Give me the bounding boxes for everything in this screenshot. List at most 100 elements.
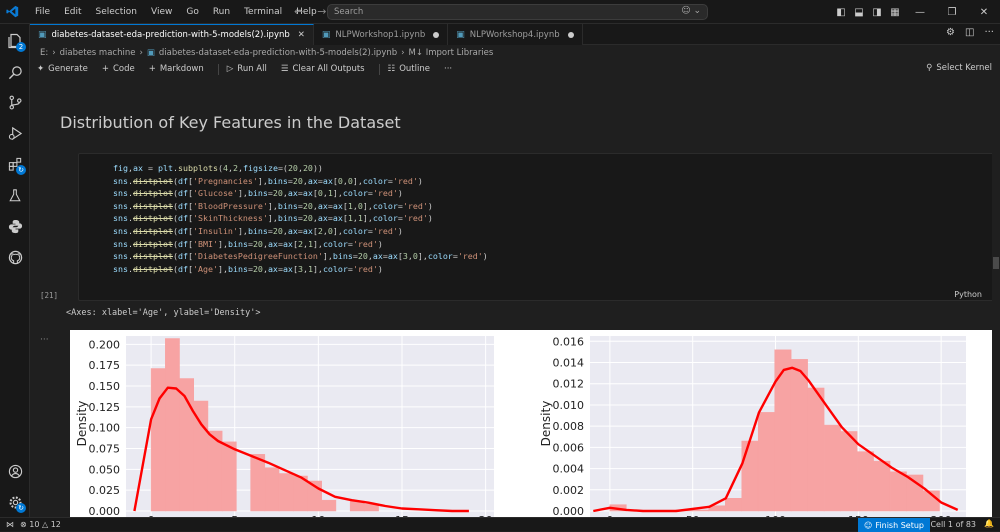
tab-nlpworkshop4[interactable]: ▣ NLPWorkshop4.ipynb xyxy=(448,24,583,45)
menu-go[interactable]: Go xyxy=(179,7,205,17)
close-window-icon[interactable]: ✕ xyxy=(968,7,1000,18)
menu-run[interactable]: Run xyxy=(206,7,237,17)
customize-layout-icon[interactable]: ▦ xyxy=(886,7,904,18)
breadcrumb-section[interactable]: M↓ Import Libraries xyxy=(409,48,494,58)
outline-button[interactable]: ☷ Outline xyxy=(388,64,430,74)
notebook-file-icon: ▣ xyxy=(321,29,331,40)
select-kernel-label: Select Kernel xyxy=(936,63,992,73)
outline-list-icon: ☷ xyxy=(387,64,396,74)
markdown-heading[interactable]: Distribution of Key Features in the Data… xyxy=(60,113,401,132)
histogram-bar xyxy=(741,440,759,512)
error-count: 10 xyxy=(29,520,40,529)
problems-indicator[interactable]: ⊗ 10 △ 12 xyxy=(20,520,61,529)
histogram-bar xyxy=(906,474,924,512)
warning-count: 12 xyxy=(50,520,61,529)
markdown-label: Markdown xyxy=(159,64,204,74)
histogram-bar xyxy=(321,499,337,512)
plus-icon: + xyxy=(148,64,156,74)
run-all-label: Run All xyxy=(237,64,267,74)
add-code-button[interactable]: + Code xyxy=(102,64,135,74)
clear-outputs-button[interactable]: ☰ Clear All Outputs xyxy=(281,64,365,74)
restore-icon[interactable]: ❐ xyxy=(936,7,968,18)
menu-selection[interactable]: Selection xyxy=(89,7,144,17)
copilot-icon[interactable]: ☺ ⌄ xyxy=(681,6,701,16)
finish-setup-button[interactable]: ☺ Finish Setup xyxy=(858,518,930,532)
select-kernel-button[interactable]: ⚲ Select Kernel xyxy=(926,63,992,73)
python-icon[interactable] xyxy=(0,211,30,241)
tab-diabetes-notebook[interactable]: ▣ diabetes-dataset-eda-prediction-with-5… xyxy=(30,24,314,45)
toggle-sidebar-icon[interactable]: ◧ xyxy=(832,7,850,18)
histogram-bar xyxy=(774,349,792,512)
cell-language-button[interactable]: Python xyxy=(954,290,982,299)
breadcrumb-file[interactable]: diabetes-dataset-eda-prediction-with-5-m… xyxy=(159,48,397,58)
minimize-icon[interactable]: — xyxy=(904,7,936,18)
generate-label: Generate xyxy=(48,64,88,74)
explorer-icon[interactable]: 2 xyxy=(0,26,30,56)
command-center-search[interactable]: Search ☺ ⌄ xyxy=(327,4,708,20)
breadcrumb: E: › diabetes machine › ▣ diabetes-datas… xyxy=(30,45,1000,60)
y-tick-label: 0.016 xyxy=(553,335,585,348)
extensions-icon[interactable]: ↻ xyxy=(0,149,30,179)
back-arrow-icon[interactable]: ← xyxy=(294,5,303,18)
y-axis-label: Density xyxy=(75,401,89,447)
split-editor-icon[interactable]: ◫ xyxy=(965,27,974,38)
histogram-bar xyxy=(692,509,710,512)
cell-position[interactable]: Cell 1 of 83 xyxy=(930,520,976,529)
explorer-badge: 2 xyxy=(16,42,26,52)
unsaved-dot-icon[interactable] xyxy=(567,31,574,38)
code-line: sns.distplot(df['Glucose'],bins=20,ax=ax… xyxy=(113,188,403,199)
add-markdown-button[interactable]: + Markdown xyxy=(149,64,204,74)
close-tab-icon[interactable]: ✕ xyxy=(298,30,305,40)
breadcrumb-folder[interactable]: diabetes machine xyxy=(60,48,136,58)
toggle-panel-icon[interactable]: ⬓ xyxy=(850,7,868,18)
account-icon[interactable] xyxy=(0,456,30,486)
run-debug-icon[interactable] xyxy=(0,118,30,148)
forward-arrow-icon[interactable]: → xyxy=(317,5,326,18)
histogram-bar xyxy=(724,498,742,512)
unsaved-dot-icon[interactable] xyxy=(433,31,440,38)
y-tick-label: 0.150 xyxy=(89,380,121,393)
y-tick-label: 0.012 xyxy=(553,378,585,391)
github-icon[interactable] xyxy=(0,242,30,272)
tab-nlpworkshop1[interactable]: ▣ NLPWorkshop1.ipynb xyxy=(313,24,449,45)
chevron-right-icon: › xyxy=(401,47,405,58)
notifications-bell-icon[interactable]: 🔔 xyxy=(984,519,994,528)
search-icon[interactable] xyxy=(0,57,30,87)
finish-setup-label: Finish Setup xyxy=(875,520,924,530)
manage-update-badge: ↻ xyxy=(16,503,26,513)
code-cell[interactable]: fig,ax = plt.subplots(4,2,figsize=(20,20… xyxy=(78,153,1000,301)
menu-bar: File Edit Selection View Go Run Terminal… xyxy=(28,7,324,17)
source-control-icon[interactable] xyxy=(0,87,30,117)
execution-count: [21] xyxy=(40,291,59,300)
breadcrumb-drive[interactable]: E: xyxy=(40,48,48,58)
scrollbar-thumb[interactable] xyxy=(993,257,999,269)
histogram-bar xyxy=(840,431,858,512)
plot-output: 0.000 0.025 0.050 0.075 0.100 0.125 0.150 0.175… xyxy=(70,330,999,517)
y-tick-label: 0.200 xyxy=(89,338,121,351)
toolbar-divider xyxy=(378,63,380,75)
code-line: sns.distplot(df['Pregnancies'],bins=20,a… xyxy=(113,175,423,186)
run-all-button[interactable]: ▷ Run All xyxy=(227,64,267,74)
chevron-right-icon: › xyxy=(52,47,56,58)
menu-edit[interactable]: Edit xyxy=(57,7,88,17)
remote-icon[interactable]: ⋈ xyxy=(6,520,14,529)
outline-label: Outline xyxy=(399,64,430,74)
menu-view[interactable]: View xyxy=(144,7,179,17)
code-editor[interactable]: fig,ax = plt.subplots(4,2,figsize=(20,20… xyxy=(113,162,488,275)
editor-scrollbar[interactable] xyxy=(992,79,1000,517)
generate-button[interactable]: ✦ Generate xyxy=(37,64,88,74)
output-more-actions[interactable]: ··· xyxy=(40,335,49,345)
menu-file[interactable]: File xyxy=(28,7,57,17)
manage-gear-icon[interactable]: ↻ xyxy=(0,487,30,517)
chevron-right-icon: › xyxy=(139,47,143,58)
testing-flask-icon[interactable] xyxy=(0,180,30,210)
more-actions-icon[interactable]: ··· xyxy=(984,27,994,38)
settings-gear-icon[interactable]: ⚙ xyxy=(946,27,955,38)
notebook-file-icon: ▣ xyxy=(456,29,465,40)
histogram-bar xyxy=(221,441,237,512)
menu-terminal[interactable]: Terminal xyxy=(237,7,289,17)
title-bar: File Edit Selection View Go Run Terminal… xyxy=(0,0,1000,24)
status-bar: ⋈ ⊗ 10 △ 12 ☺ Finish Setup Cell 1 of 83 🔔 xyxy=(0,517,1000,532)
toolbar-more-button[interactable]: ··· xyxy=(444,64,452,74)
toggle-secondary-sidebar-icon[interactable]: ◨ xyxy=(868,7,886,18)
